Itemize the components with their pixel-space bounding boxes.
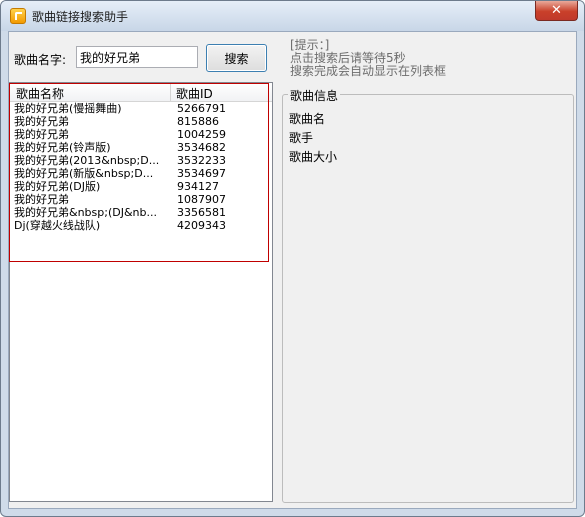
app-logo-icon [10, 8, 26, 24]
info-singer: 歌手 [289, 131, 314, 145]
song-name: 我的好兄弟(慢摇舞曲) [14, 102, 122, 115]
column-divider[interactable] [170, 83, 171, 101]
app-window: 歌曲链接搜索助手 ✕ 歌曲名字: 搜索 [提示：] 点击搜索后请等待5秒 搜索完… [0, 0, 585, 517]
song-id: 1087907 [177, 193, 226, 206]
song-name: 我的好兄弟 [14, 193, 69, 206]
song-id: 4209343 [177, 219, 226, 232]
info-song-size: 歌曲大小 [289, 150, 338, 164]
song-id: 815886 [177, 115, 219, 128]
list-item[interactable]: 我的好兄弟 815886 [10, 115, 272, 128]
column-header-name[interactable]: 歌曲名称 [16, 85, 64, 102]
hint-text: [提示：] 点击搜索后请等待5秒 搜索完成会自动显示在列表框 [290, 39, 446, 78]
list-item[interactable]: 我的好兄弟&nbsp;(DJ&nb... 3356581 [10, 206, 272, 219]
song-name: 我的好兄弟&nbsp;(DJ&nb... [14, 206, 157, 219]
hint-line: 搜索完成会自动显示在列表框 [290, 64, 447, 78]
close-button[interactable]: ✕ [535, 1, 578, 21]
list-header: 歌曲名称 歌曲ID [10, 83, 272, 102]
list-item[interactable]: 我的好兄弟 1004259 [10, 128, 272, 141]
list-rows: 我的好兄弟(慢摇舞曲) 5266791 我的好兄弟 815886 我的好兄弟 1004… [10, 102, 272, 232]
song-name: Dj(穿越火线战队) [14, 219, 101, 232]
list-item[interactable]: Dj(穿越火线战队) 4209343 [10, 219, 272, 232]
list-item[interactable]: 我的好兄弟(DJ版) 934127 [10, 180, 272, 193]
info-song-name: 歌曲名 [289, 112, 326, 126]
column-header-id[interactable]: 歌曲ID [176, 85, 213, 102]
song-info-title: 歌曲信息 [288, 87, 341, 104]
list-item[interactable]: 我的好兄弟(慢摇舞曲) 5266791 [10, 102, 272, 115]
list-item[interactable]: 我的好兄弟(铃声版) 3534682 [10, 141, 272, 154]
song-id: 3534697 [177, 167, 226, 180]
song-id: 1004259 [177, 128, 226, 141]
close-icon: ✕ [551, 3, 562, 18]
window-title: 歌曲链接搜索助手 [32, 10, 129, 24]
song-name: 我的好兄弟(DJ版) [14, 180, 101, 193]
title-bar[interactable]: 歌曲链接搜索助手 ✕ [1, 1, 584, 31]
song-name: 我的好兄弟(铃声版) [14, 141, 111, 154]
song-id: 3356581 [177, 206, 226, 219]
song-list[interactable]: 歌曲名称 歌曲ID 我的好兄弟(慢摇舞曲) 5266791 我的好兄弟 815886… [9, 82, 273, 502]
song-name: 我的好兄弟(2013&nbsp;D... [14, 154, 160, 167]
search-button[interactable]: 搜索 [206, 44, 267, 72]
song-id: 934127 [177, 180, 219, 193]
song-name-input[interactable] [76, 46, 198, 68]
song-name: 我的好兄弟(新版&nbsp;D... [14, 167, 154, 180]
list-item[interactable]: 我的好兄弟 1087907 [10, 193, 272, 206]
song-name-label: 歌曲名字: [14, 53, 67, 67]
song-name: 我的好兄弟 [14, 115, 69, 128]
list-item[interactable]: 我的好兄弟(新版&nbsp;D... 3534697 [10, 167, 272, 180]
client-area: 歌曲名字: 搜索 [提示：] 点击搜索后请等待5秒 搜索完成会自动显示在列表框 … [8, 31, 577, 509]
list-item[interactable]: 我的好兄弟(2013&nbsp;D... 3532233 [10, 154, 272, 167]
song-name: 我的好兄弟 [14, 128, 69, 141]
song-id: 3532233 [177, 154, 226, 167]
song-info-group: 歌曲信息 歌曲名 歌手 歌曲大小 [282, 87, 574, 503]
song-id: 5266791 [177, 102, 226, 115]
song-id: 3534682 [177, 141, 226, 154]
